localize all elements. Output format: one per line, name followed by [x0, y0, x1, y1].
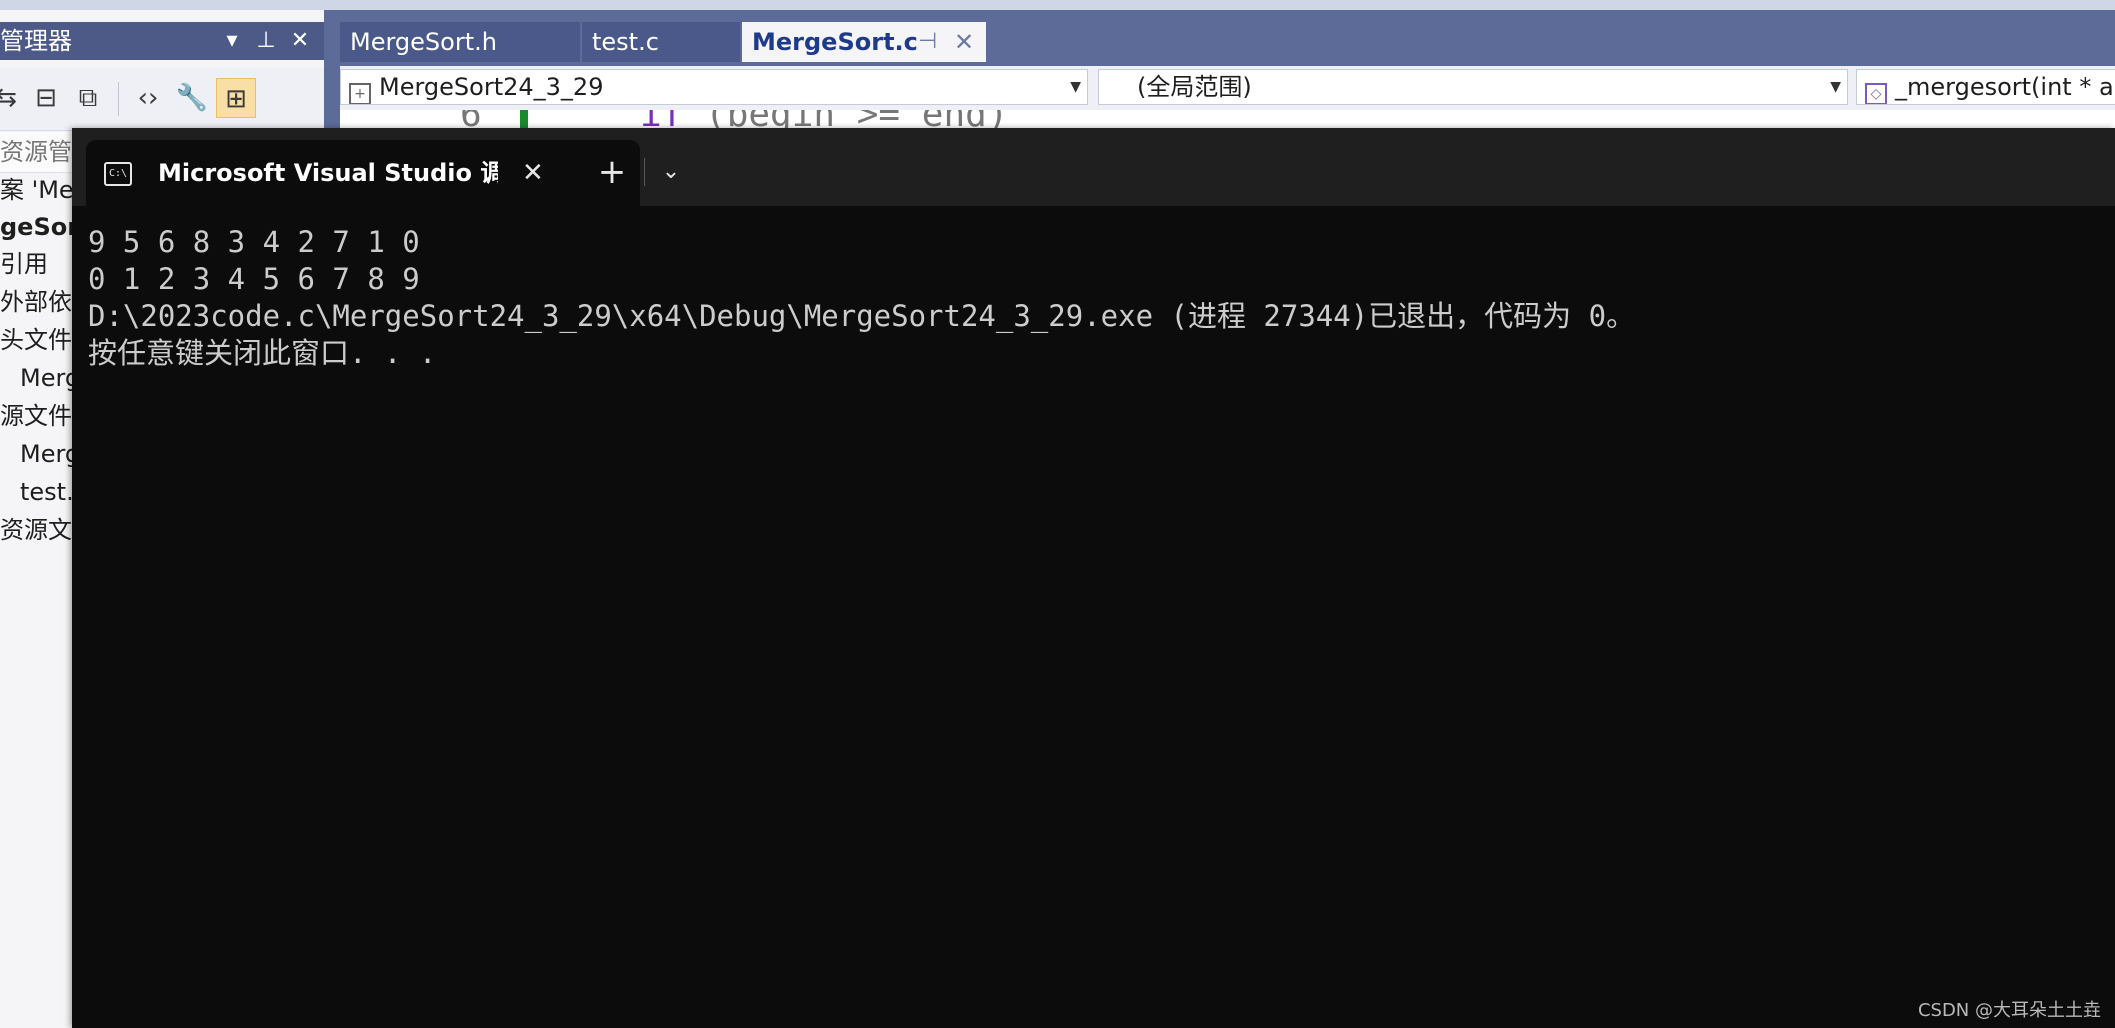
pin-icon[interactable]: ⊥ [252, 22, 280, 60]
chevron-down-icon: ▼ [1070, 79, 1081, 95]
tree-item-header-files[interactable]: 头文件 [0, 322, 72, 358]
project-dropdown[interactable]: + MergeSort24_3_29 ▼ [340, 69, 1088, 105]
tab-label: test.c [592, 28, 659, 56]
tree-item-references[interactable]: 引用 [0, 246, 48, 282]
console-tab-title: Microsoft Visual Studio 调试控 [158, 159, 498, 187]
sync-icon[interactable]: ⇆ [0, 78, 26, 118]
code-keyword: if [640, 110, 683, 128]
debug-console-window: C:\ Microsoft Visual Studio 调试控 ✕ + ⌄ 9 … [72, 128, 2115, 1028]
view-code-icon[interactable]: ‹› [128, 78, 168, 118]
console-output: 9 5 6 8 3 4 2 7 1 0 0 1 2 3 4 5 6 7 8 9 … [88, 224, 1635, 372]
code-line: if (begin >= end) [640, 110, 1008, 128]
chevron-down-icon[interactable]: ▾ [218, 22, 246, 60]
code-text: (begin >= end) [683, 110, 1008, 128]
titlebar-divider [644, 158, 645, 186]
console-line: 按任意键关闭此窗口. . . [88, 336, 437, 370]
watermark: CSDN @大耳朵土土垚 [1917, 1000, 2101, 1021]
code-editor-peek: 6 if (begin >= end) [340, 110, 2115, 128]
scope-dropdown[interactable]: (全局范围) ▼ [1098, 69, 1848, 105]
preview-selected-icon[interactable]: ⊞ [216, 78, 256, 118]
top-band [0, 0, 2115, 10]
console-line: 0 1 2 3 4 5 6 7 8 9 [88, 262, 420, 296]
console-tab[interactable]: C:\ Microsoft Visual Studio 调试控 ✕ [86, 140, 640, 206]
console-line: D:\2023code.c\MergeSort24_3_29\x64\Debug… [88, 299, 1636, 333]
solution-explorer-toolbar: ⇆ ⊟ ⧉ ‹› 🔧 ⊞ [0, 68, 324, 131]
member-dropdown-label: _mergesort(int * a, [1895, 73, 2115, 101]
line-number: 6 [460, 110, 482, 128]
pin-icon[interactable]: ⊣ [918, 22, 937, 62]
close-icon[interactable]: ✕ [286, 22, 314, 60]
collapse-all-icon[interactable]: ⊟ [26, 78, 66, 118]
method-cube-icon: ◇ [1865, 83, 1887, 104]
chevron-down-icon: ▼ [1830, 79, 1841, 95]
member-dropdown[interactable]: ◇ _mergesort(int * a, [1856, 69, 2115, 105]
solution-explorer-header: 管理器 ▾ ⊥ ✕ [0, 22, 324, 60]
tab-label: MergeSort.h [350, 28, 497, 56]
tab-mergesort-c[interactable]: MergeSort.c ⊣ ✕ [742, 22, 986, 62]
console-icon: C:\ [104, 162, 132, 186]
navigation-bar: + MergeSort24_3_29 ▼ (全局范围) ▼ ◇ _mergesort… [340, 66, 2115, 110]
close-icon[interactable]: ✕ [522, 140, 544, 206]
tab-mergesort-h[interactable]: MergeSort.h [340, 22, 580, 62]
toolbar-divider [118, 82, 119, 116]
chevron-down-icon[interactable]: ⌄ [646, 148, 696, 196]
solution-explorer-title: 管理器 [0, 27, 72, 55]
project-icon: + [349, 83, 371, 104]
tab-label: MergeSort.c [752, 28, 918, 56]
console-line: 9 5 6 8 3 4 2 7 1 0 [88, 225, 420, 259]
properties-wrench-icon[interactable]: 🔧 [172, 78, 212, 118]
show-all-files-icon[interactable]: ⧉ [68, 78, 108, 118]
scope-dropdown-label: (全局范围) [1137, 73, 1252, 101]
plus-icon[interactable]: + [588, 148, 636, 196]
tree-item-source-files[interactable]: 源文件 [0, 398, 72, 434]
tab-test-c[interactable]: test.c [582, 22, 740, 62]
project-dropdown-label: MergeSort24_3_29 [379, 73, 604, 101]
close-icon[interactable]: ✕ [954, 22, 974, 62]
change-indicator [520, 110, 528, 128]
console-titlebar: C:\ Microsoft Visual Studio 调试控 ✕ + ⌄ [72, 128, 2115, 206]
